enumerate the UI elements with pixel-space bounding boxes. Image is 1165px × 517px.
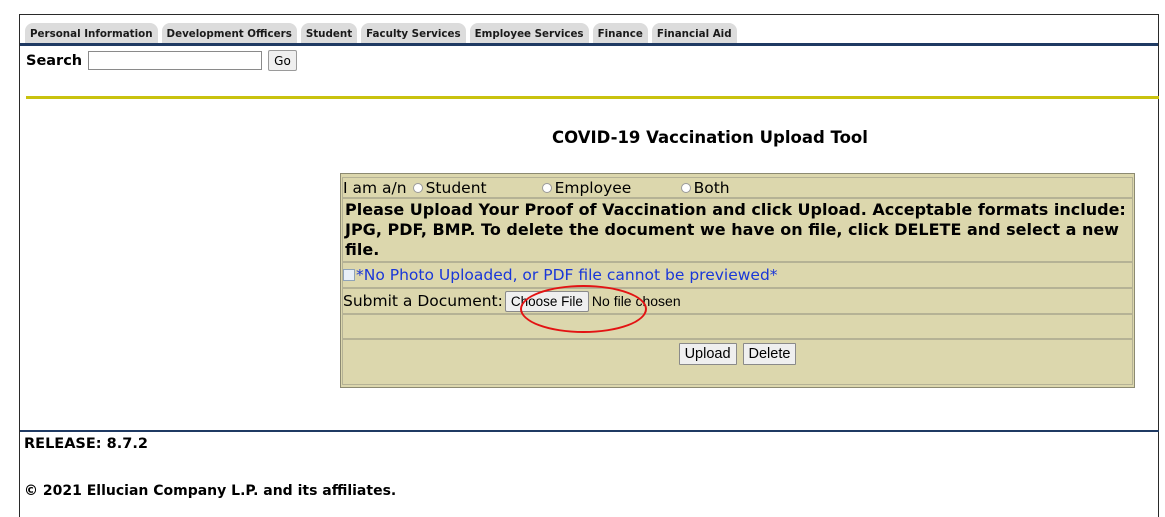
tab-finance[interactable]: Finance bbox=[592, 23, 648, 44]
search-label: Search bbox=[26, 52, 83, 69]
copyright-text: © 2021 Ellucian Company L.P. and its aff… bbox=[24, 483, 397, 499]
role-option-both[interactable]: Both bbox=[680, 178, 730, 197]
tab-bar-divider bbox=[20, 43, 1158, 46]
role-option-student[interactable]: Student bbox=[407, 179, 536, 197]
tab-development-officers[interactable]: Development Officers bbox=[161, 23, 297, 44]
tab-faculty-services[interactable]: Faculty Services bbox=[361, 23, 466, 44]
role-option-label: Both bbox=[693, 178, 730, 197]
role-prompt: I am a/n bbox=[343, 178, 407, 197]
page-title: COVID-19 Vaccination Upload Tool bbox=[552, 128, 868, 147]
submit-document-label: Submit a Document: bbox=[343, 292, 503, 310]
empty-row bbox=[342, 314, 1133, 339]
preview-row: *No Photo Uploaded, or PDF file cannot b… bbox=[342, 262, 1133, 288]
file-row: Submit a Document: Choose File No file c… bbox=[342, 288, 1133, 314]
radio-student[interactable] bbox=[412, 182, 423, 193]
role-row: I am a/n Student Employee Both bbox=[342, 177, 1133, 198]
release-version: RELEASE: 8.7.2 bbox=[24, 436, 148, 452]
radio-both[interactable] bbox=[680, 182, 691, 193]
role-option-employee[interactable]: Employee bbox=[536, 179, 681, 197]
tab-personal-information[interactable]: Personal Information bbox=[25, 23, 158, 44]
header-divider bbox=[26, 96, 1159, 99]
delete-button[interactable]: Delete bbox=[742, 343, 797, 365]
preview-alt-text: *No Photo Uploaded, or PDF file cannot b… bbox=[356, 266, 778, 284]
upload-button[interactable]: Upload bbox=[678, 343, 737, 365]
choose-file-button[interactable]: Choose File bbox=[504, 290, 589, 312]
tab-financial-aid[interactable]: Financial Aid bbox=[651, 23, 737, 44]
search-go-button[interactable]: Go bbox=[268, 50, 297, 71]
action-row: Upload Delete bbox=[342, 339, 1133, 385]
upload-instructions: Please Upload Your Proof of Vaccination … bbox=[342, 198, 1133, 262]
search-input[interactable] bbox=[88, 51, 263, 70]
upload-form: I am a/n Student Employee Both Please Up… bbox=[340, 173, 1135, 388]
file-status: No file chosen bbox=[591, 293, 681, 309]
radio-employee[interactable] bbox=[541, 182, 552, 193]
tab-student[interactable]: Student bbox=[300, 23, 358, 44]
role-option-label: Student bbox=[425, 178, 487, 197]
tab-employee-services[interactable]: Employee Services bbox=[469, 23, 589, 44]
search-bar: Search Go bbox=[26, 50, 297, 71]
role-option-label: Employee bbox=[554, 178, 632, 197]
footer-divider bbox=[20, 430, 1159, 432]
broken-image-icon bbox=[343, 269, 355, 281]
main-tab-bar: Personal Information Development Officer… bbox=[25, 21, 741, 44]
